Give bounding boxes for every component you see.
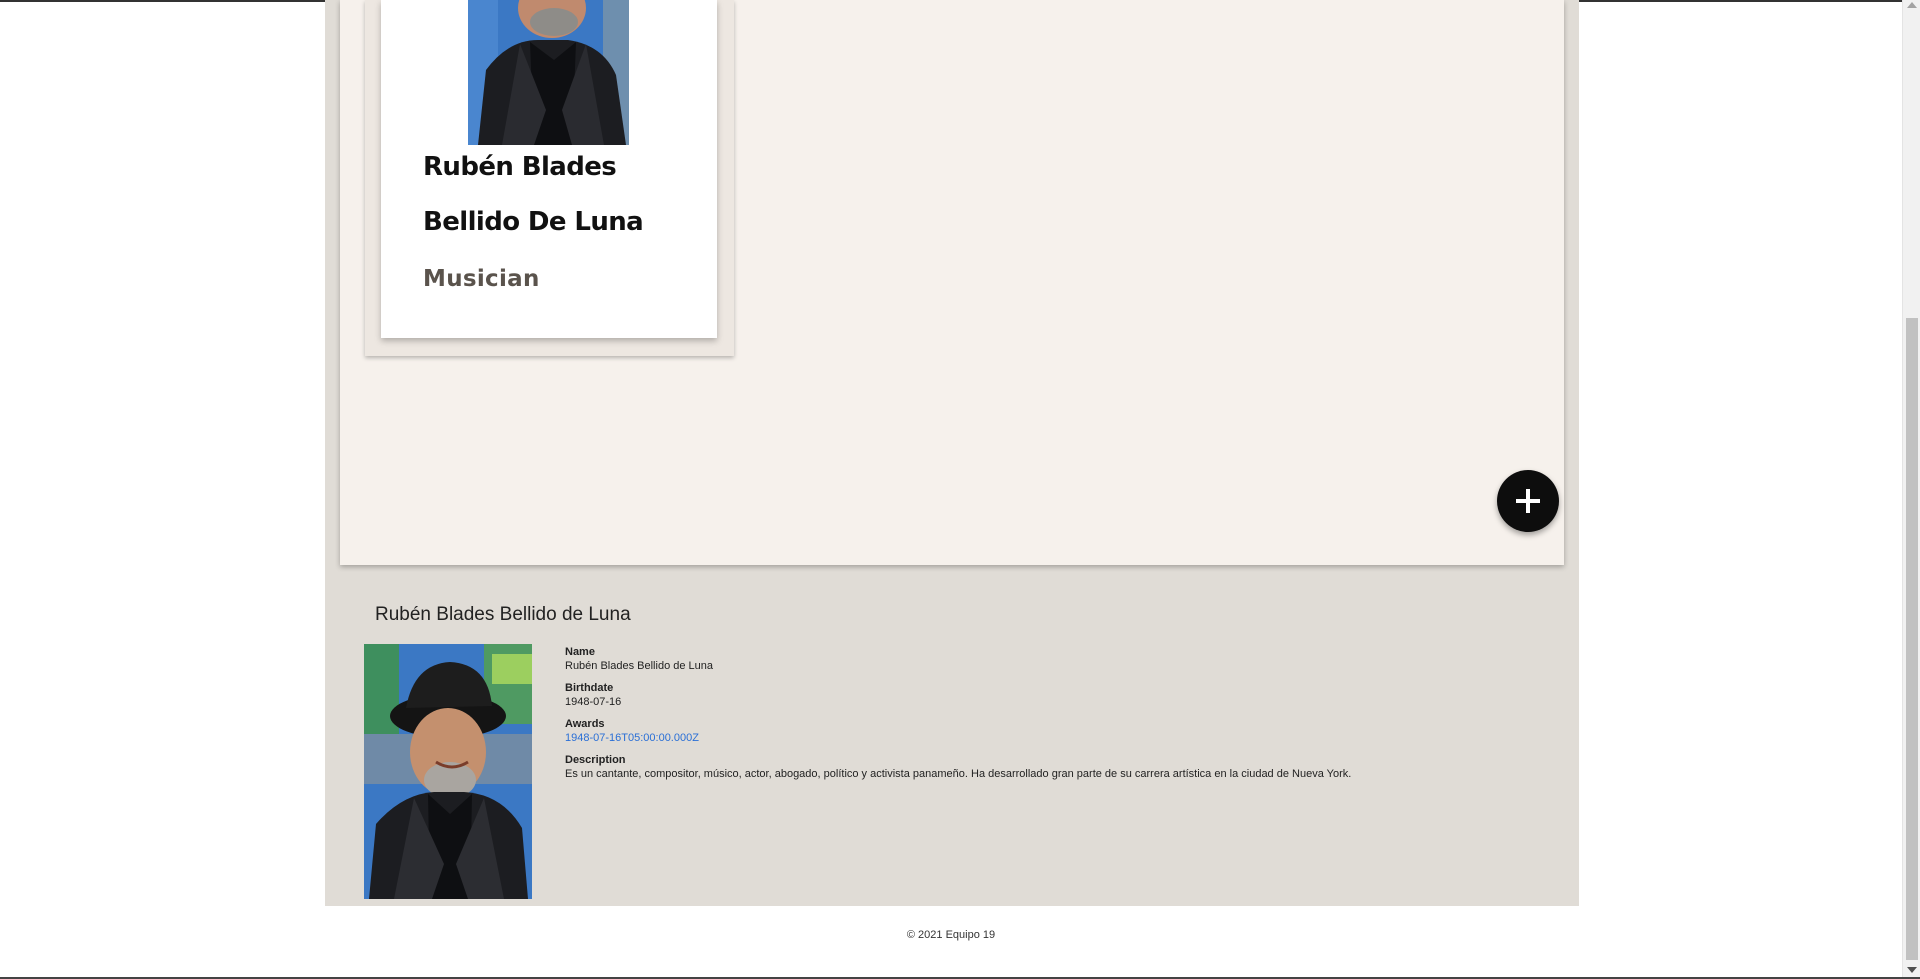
detail-title: Rubén Blades Bellido de Luna [375, 604, 631, 625]
birthdate-value: 1948-07-16 [565, 696, 622, 708]
musicians-list-panel: Rubén Blades Bellido De Luna Musician [340, 0, 1564, 565]
plus-icon [1516, 489, 1540, 513]
description-label: Description [565, 754, 626, 766]
vertical-scrollbar[interactable] [1902, 0, 1920, 979]
add-musician-button[interactable] [1497, 470, 1559, 532]
main-container: Rubén Blades Bellido De Luna Musician Ru… [325, 0, 1579, 906]
musician-card-name[interactable]: Rubén Blades Bellido De Luna [423, 140, 713, 250]
musician-card-photo [468, 0, 629, 145]
scroll-down-arrow-icon[interactable] [1907, 967, 1917, 973]
musician-card-role: Musician [423, 266, 540, 292]
detail-info: Name Rubén Blades Bellido de Luna Birthd… [565, 645, 1351, 789]
name-value: Rubén Blades Bellido de Luna [565, 660, 714, 672]
musician-card[interactable]: Rubén Blades Bellido De Luna Musician [381, 0, 717, 338]
footer-copyright: © 2021 Equipo 19 [906, 929, 996, 941]
scrollbar-thumb[interactable] [1906, 318, 1918, 960]
description-value: Es un cantante, compositor, músico, acto… [565, 768, 1352, 780]
awards-link[interactable]: 1948-07-16T05:00:00.000Z [565, 732, 699, 744]
detail-photo [364, 644, 532, 899]
name-label: Name [565, 646, 595, 658]
awards-label: Awards [565, 718, 605, 730]
birthdate-label: Birthdate [565, 682, 614, 694]
scroll-up-arrow-icon[interactable] [1907, 2, 1917, 8]
